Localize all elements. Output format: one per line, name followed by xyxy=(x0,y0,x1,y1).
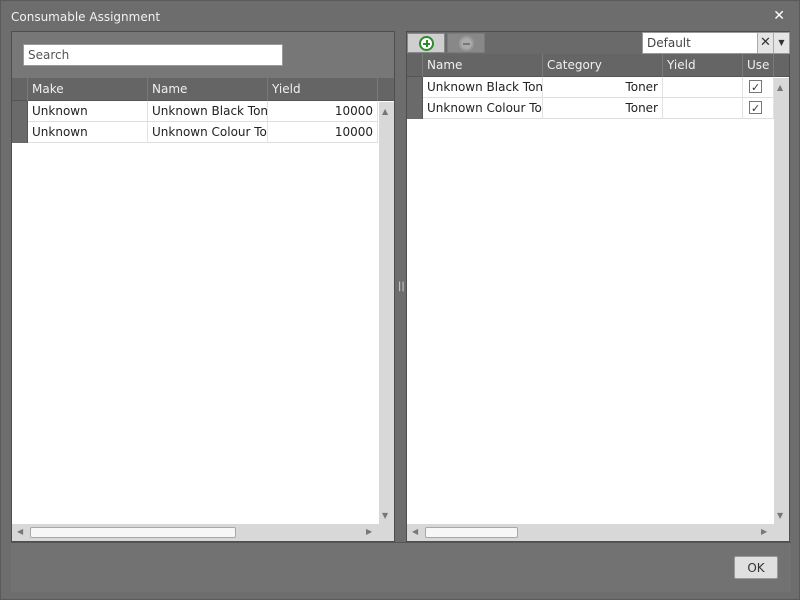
dialog-footer: OK xyxy=(11,542,791,592)
table-row[interactable]: Unknown Colour Toner Toner xyxy=(407,98,774,119)
right-vertical-scrollbar[interactable]: ▲ ▼ xyxy=(774,78,789,524)
close-icon[interactable]: ✕ xyxy=(773,8,785,24)
row-indicator-header xyxy=(407,54,423,77)
splitter-grip-icon[interactable]: || xyxy=(398,281,405,292)
use-checkbox[interactable] xyxy=(749,78,762,98)
clear-icon[interactable]: ✕ xyxy=(757,33,773,53)
cell-make: Unknown xyxy=(28,122,148,143)
right-grid-header: Name Category Yield Use xyxy=(407,54,789,77)
search-input[interactable] xyxy=(23,44,283,66)
scroll-right-icon[interactable]: ▶ xyxy=(366,528,372,536)
scroll-thumb[interactable] xyxy=(425,527,518,538)
cell-yield: 10000 xyxy=(268,101,378,122)
row-indicator-header xyxy=(12,78,28,101)
scroll-right-icon[interactable]: ▶ xyxy=(761,528,767,536)
panel-splitter[interactable]: || xyxy=(396,31,406,542)
row-indicator[interactable] xyxy=(12,122,28,143)
column-header-category[interactable]: Category xyxy=(543,54,663,77)
column-header-name[interactable]: Name xyxy=(148,78,268,101)
header-spacer xyxy=(378,78,394,101)
dialog-title: Consumable Assignment xyxy=(11,10,161,24)
column-header-yield[interactable]: Yield xyxy=(663,54,743,77)
column-header-yield[interactable]: Yield xyxy=(268,78,378,101)
cell-name: Unknown Black Toner xyxy=(423,77,543,98)
title-bar: Consumable Assignment ✕ xyxy=(1,1,799,31)
table-row[interactable]: Unknown Black Toner Toner xyxy=(407,77,774,98)
cell-use xyxy=(743,77,774,98)
scroll-down-icon[interactable]: ▼ xyxy=(777,512,783,520)
consumable-assignment-dialog: Consumable Assignment ✕ Make Name Yield … xyxy=(0,0,800,600)
column-header-name[interactable]: Name xyxy=(423,54,543,77)
row-indicator[interactable] xyxy=(407,77,423,98)
scroll-down-icon[interactable]: ▼ xyxy=(382,512,388,520)
cell-yield: 10000 xyxy=(268,122,378,143)
available-consumables-panel: Make Name Yield Unknown Unknown Black To… xyxy=(11,31,395,542)
cell-use xyxy=(743,98,774,119)
scroll-thumb[interactable] xyxy=(30,527,236,538)
row-indicator[interactable] xyxy=(407,98,423,119)
profile-combo[interactable]: Default ✕ ▼ xyxy=(642,32,790,54)
minus-circle-icon xyxy=(459,36,474,51)
add-button[interactable] xyxy=(407,33,445,53)
assigned-consumables-panel: Default ✕ ▼ Name Category Yield Use Unkn… xyxy=(406,31,790,542)
cell-name: Unknown Colour Toner xyxy=(148,122,268,143)
scroll-up-icon[interactable]: ▲ xyxy=(382,108,388,116)
right-horizontal-scrollbar[interactable]: ◀ ▶ xyxy=(407,524,789,541)
scroll-up-icon[interactable]: ▲ xyxy=(777,84,783,92)
assignment-toolbar: Default ✕ ▼ xyxy=(407,32,790,54)
ok-button[interactable]: OK xyxy=(734,556,778,579)
column-header-make[interactable]: Make xyxy=(28,78,148,101)
chevron-down-icon[interactable]: ▼ xyxy=(773,33,789,53)
cell-make: Unknown xyxy=(28,101,148,122)
scroll-left-icon[interactable]: ◀ xyxy=(17,528,23,536)
cell-name: Unknown Black Toner xyxy=(148,101,268,122)
plus-circle-icon xyxy=(419,36,434,51)
scroll-left-icon[interactable]: ◀ xyxy=(412,528,418,536)
left-grid-header: Make Name Yield xyxy=(12,78,394,101)
remove-button[interactable] xyxy=(447,33,485,53)
table-row[interactable]: Unknown Unknown Black Toner 10000 xyxy=(12,101,378,122)
left-vertical-scrollbar[interactable]: ▲ ▼ xyxy=(379,102,394,524)
search-bar xyxy=(12,32,394,78)
cell-category: Toner xyxy=(543,98,663,119)
cell-category: Toner xyxy=(543,77,663,98)
use-checkbox[interactable] xyxy=(749,99,762,119)
profile-combo-value: Default xyxy=(647,36,691,50)
table-row[interactable]: Unknown Unknown Colour Toner 10000 xyxy=(12,122,378,143)
column-header-use[interactable]: Use xyxy=(743,54,774,77)
cell-name: Unknown Colour Toner xyxy=(423,98,543,119)
row-indicator[interactable] xyxy=(12,101,28,122)
left-horizontal-scrollbar[interactable]: ◀ ▶ xyxy=(12,524,394,541)
cell-yield[interactable] xyxy=(663,77,743,98)
header-spacer xyxy=(774,54,789,77)
cell-yield[interactable] xyxy=(663,98,743,119)
